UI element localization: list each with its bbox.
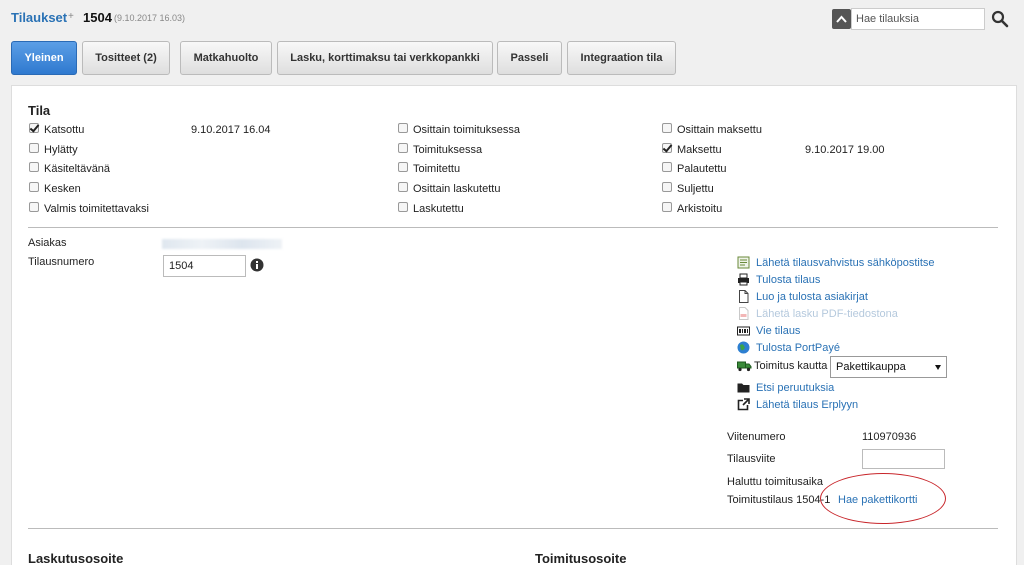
reference-number-label: Viitenumero (727, 431, 786, 443)
tab-integration-status[interactable]: Integraation tila (567, 41, 676, 75)
search-icon[interactable] (991, 10, 1009, 28)
send-confirmation-email-link[interactable]: Lähetä tilausvahvistus sähköpostitse (756, 257, 935, 269)
checkbox-katsottu[interactable] (29, 123, 39, 133)
checkbox-label: Suljettu (677, 183, 714, 195)
section-divider (28, 227, 998, 228)
checkbox-arkistoitu[interactable] (662, 202, 672, 212)
search-collapse-button[interactable] (832, 9, 851, 29)
search-input[interactable] (851, 8, 985, 30)
highlight-annotation (820, 473, 946, 524)
printer-icon (738, 273, 749, 286)
globe-icon (737, 341, 750, 354)
shipping-via-label: Toimitus kautta (754, 360, 828, 372)
find-cancellations-link[interactable]: Etsi peruutuksia (756, 382, 834, 394)
checkbox-label: Valmis toimitettavaksi (44, 203, 149, 215)
checkbox-label: Kesken (44, 183, 81, 195)
checkbox-label: Osittain maksettu (677, 124, 762, 136)
checkbox-osittain-toimituksessa[interactable] (398, 123, 408, 133)
checkbox-maksettu[interactable] (662, 143, 672, 153)
print-portpaye-link[interactable]: Tulosta PortPayé (756, 342, 840, 354)
send-pdf-invoice-link: Lähetä lasku PDF-tiedostona (756, 308, 898, 320)
billing-address-heading: Laskutusosoite (28, 551, 124, 565)
info-icon[interactable] (250, 258, 264, 272)
delivery-address-heading: Toimitusosoite (535, 551, 627, 565)
create-print-documents-link[interactable]: Luo ja tulosta asiakirjat (756, 291, 868, 303)
checkbox-label: Maksettu (677, 144, 722, 156)
checkbox-palautettu[interactable] (662, 162, 672, 172)
reference-number-value: 110970936 (862, 431, 917, 443)
folder-icon (737, 383, 750, 393)
breadcrumb-orders-link[interactable]: Tilaukset (11, 10, 67, 25)
print-order-link[interactable]: Tulosta tilaus (756, 274, 820, 286)
checkbox-label: Palautettu (677, 163, 727, 175)
shipping-method-value: Pakettikauppa (836, 361, 906, 373)
customer-name-redacted (162, 239, 282, 249)
order-reference-label: Tilausviite (727, 453, 776, 465)
checkbox-label: Katsottu (44, 124, 85, 136)
status-timestamp: 9.10.2017 19.00 (805, 144, 885, 156)
send-to-erply-link[interactable]: Lähetä tilaus Erplyyn (756, 399, 858, 411)
checkbox-laskutettu[interactable] (398, 202, 408, 212)
order-number-input[interactable] (163, 255, 246, 277)
checkbox-toimituksessa[interactable] (398, 143, 408, 153)
pdf-icon (739, 307, 749, 320)
checkbox-label: Osittain toimituksessa (413, 124, 520, 136)
external-link-icon (737, 398, 750, 411)
tab-documents[interactable]: Tositteet (2) (82, 41, 170, 75)
truck-icon (737, 361, 752, 372)
checkbox-label: Hylätty (44, 144, 78, 156)
checkbox-valmis-toimitettavaksi[interactable] (29, 202, 39, 212)
checkbox-kesken[interactable] (29, 182, 39, 192)
checkbox-toimitettu[interactable] (398, 162, 408, 172)
export-icon (737, 326, 750, 336)
order-number-label: Tilausnumero (28, 256, 95, 268)
checkbox-label: Osittain laskutettu (413, 183, 501, 195)
send-mail-icon (737, 256, 750, 269)
checkbox-label: Laskutettu (413, 203, 464, 215)
order-reference-input[interactable] (862, 449, 945, 469)
desired-delivery-label: Haluttu toimitusaika (727, 476, 823, 488)
checkbox-kasiteltavana[interactable] (29, 162, 39, 172)
shipping-method-select[interactable]: Pakettikauppa (830, 356, 947, 378)
breadcrumb-separator: + (68, 11, 74, 22)
checkbox-label: Käsiteltävänä (44, 163, 111, 175)
checkbox-osittain-laskutettu[interactable] (398, 182, 408, 192)
page-title: 1504 (83, 10, 112, 25)
checkbox-osittain-maksettu[interactable] (662, 123, 672, 133)
checkbox-label: Toimituksessa (413, 144, 483, 156)
document-icon (739, 290, 749, 303)
checkbox-label: Toimitettu (413, 163, 461, 175)
tab-payment[interactable]: Lasku, korttimaksu tai verkkopankki (277, 41, 493, 75)
chevron-up-icon (836, 15, 847, 23)
tab-matkahuolto[interactable]: Matkahuolto (180, 41, 272, 75)
checkbox-label: Arkistoitu (677, 203, 723, 215)
tab-general[interactable]: Yleinen (11, 41, 77, 75)
chevron-down-icon (935, 365, 941, 370)
customer-label: Asiakas (28, 237, 67, 249)
order-created-date: (9.10.2017 16.03) (114, 13, 186, 23)
section-divider (28, 528, 998, 529)
checkbox-suljettu[interactable] (662, 182, 672, 192)
checkbox-hylatty[interactable] (29, 143, 39, 153)
export-order-link[interactable]: Vie tilaus (756, 325, 800, 337)
top-bar: Tilaukset + 1504 (9.10.2017 16.03) (0, 0, 1024, 36)
tab-passeli[interactable]: Passeli (497, 41, 562, 75)
delivery-order-label: Toimitustilaus 1504-1 (727, 494, 831, 506)
status-timestamp: 9.10.2017 16.04 (191, 124, 271, 136)
status-heading: Tila (28, 103, 51, 118)
